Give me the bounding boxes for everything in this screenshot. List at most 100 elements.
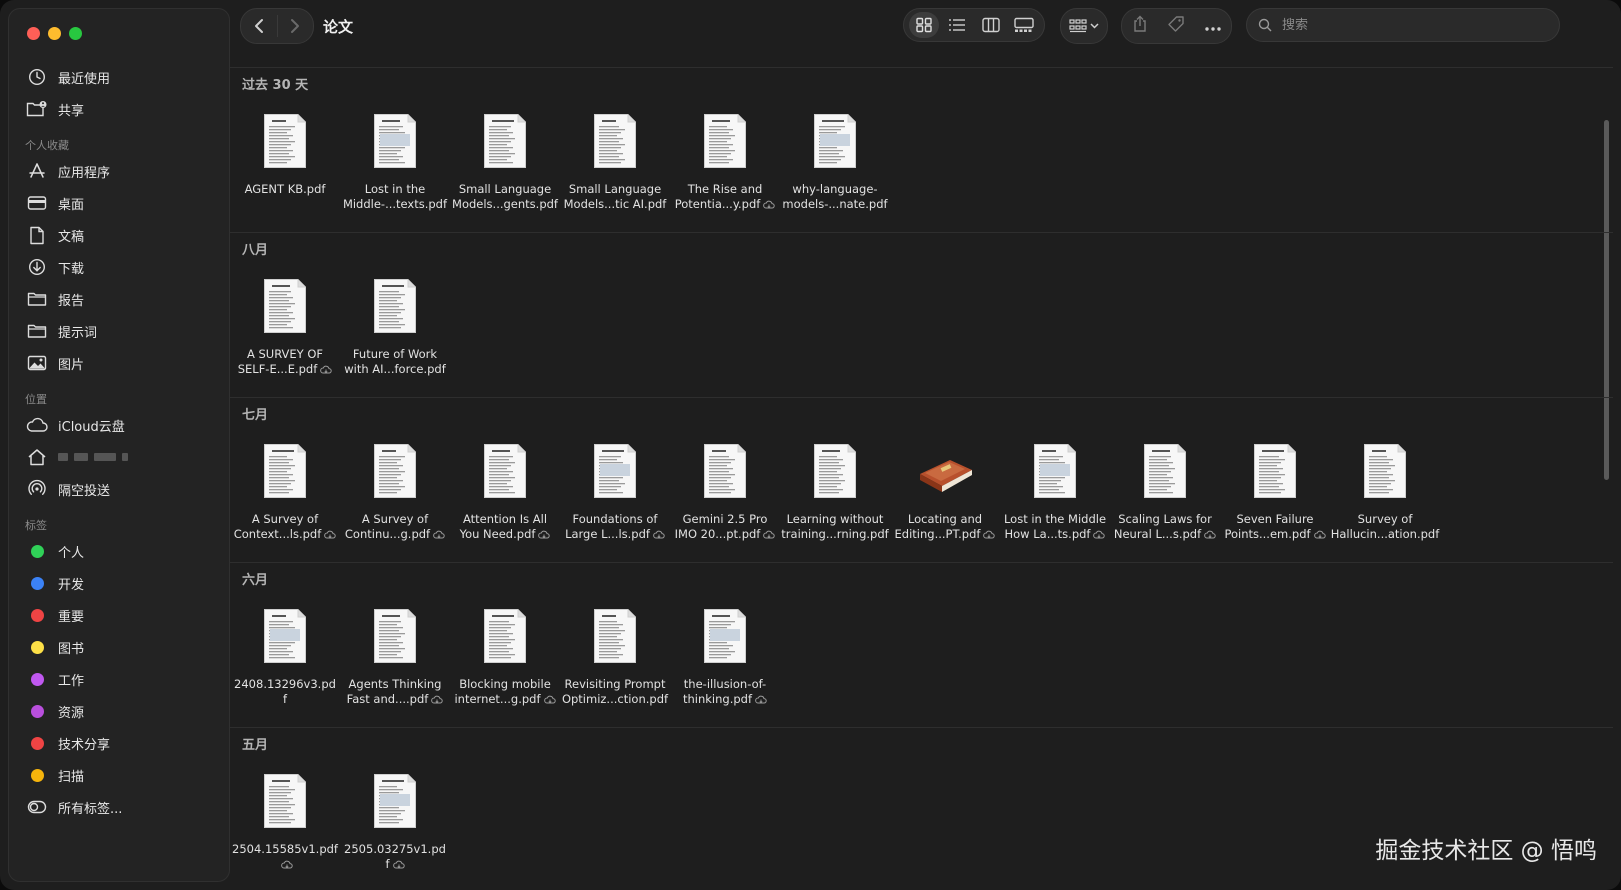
sidebar-item-folder[interactable]: 提示词: [9, 315, 229, 347]
forward-button[interactable]: [278, 9, 314, 43]
icloud-download-icon[interactable]: [760, 527, 776, 541]
file-item[interactable]: Revisiting Prompt Optimiz...ction.pdf: [560, 593, 670, 727]
icloud-download-icon[interactable]: [278, 857, 293, 871]
icloud-download-icon[interactable]: [1090, 527, 1106, 541]
gallery-view-button[interactable]: [1009, 12, 1039, 38]
file-item[interactable]: Lost in the Middle How La...ts.pdf: [1000, 428, 1110, 562]
file-item[interactable]: Small Language Models...gents.pdf: [450, 98, 560, 232]
icloud-download-icon[interactable]: [321, 527, 336, 541]
file-item[interactable]: Seven Failure Points...em.pdf: [1220, 428, 1330, 562]
file-item[interactable]: A Survey of Context...ls.pdf: [230, 428, 340, 562]
gallery-icon: [1014, 17, 1034, 32]
file-item[interactable]: Small Language Models...tic AI.pdf: [560, 98, 670, 232]
icon-view-button[interactable]: [908, 12, 939, 38]
icloud-download-icon[interactable]: [428, 692, 444, 706]
sidebar-item-folder[interactable]: 报告: [9, 283, 229, 315]
file-item[interactable]: 2505.03275v1.pd f: [340, 758, 450, 890]
tag-button[interactable]: [1167, 15, 1185, 37]
zoom-window-button[interactable]: [69, 27, 82, 40]
minimize-window-button[interactable]: [48, 27, 61, 40]
sidebar-item-airdrop[interactable]: 隔空投送: [9, 473, 229, 505]
file-name-line2: internet...g.pdf: [454, 692, 541, 706]
sidebar-item-all-tags[interactable]: 所有标签...: [9, 791, 229, 823]
sidebar-item-label: 共享: [58, 103, 85, 119]
file-item[interactable]: The Rise and Potentia...y.pdf: [670, 98, 780, 232]
icloud-download-icon[interactable]: [650, 527, 665, 541]
file-item[interactable]: 2408.13296v3.pd f: [230, 593, 340, 727]
sidebar-item-label: 扫描: [58, 769, 85, 785]
sidebar-tag[interactable]: 个人: [9, 535, 229, 567]
sidebar-item-document[interactable]: 文稿: [9, 219, 229, 251]
applications-icon: [26, 162, 48, 180]
file-name-line1: 2408.13296v3.pd: [234, 677, 336, 691]
sidebar-item-shared-folder[interactable]: 共享: [9, 93, 229, 125]
sidebar-item-home[interactable]: [9, 441, 229, 473]
file-item[interactable]: 2504.15585v1.pdf: [230, 758, 340, 890]
sidebar-tag[interactable]: 扫描: [9, 759, 229, 791]
file-name-line1: the-illusion-of-: [683, 677, 767, 691]
file-item[interactable]: Survey of Hallucin...ation.pdf: [1330, 428, 1440, 562]
file-name: A SURVEY OF SELF-E...E.pdf: [230, 347, 340, 377]
file-item[interactable]: Attention Is All You Need.pdf: [450, 428, 560, 562]
icloud-download-icon[interactable]: [541, 692, 556, 706]
pdf-thumbnail-icon: [264, 609, 306, 663]
sidebar-tag[interactable]: 重要: [9, 599, 229, 631]
pdf-thumbnail-icon: [484, 609, 526, 663]
sidebar-item-cloud[interactable]: iCloud云盘: [9, 409, 229, 441]
file-name: Gemini 2.5 Pro IMO 20...pt.pdf: [670, 512, 780, 542]
column-view-button[interactable]: [976, 12, 1006, 38]
icloud-download-icon[interactable]: [317, 362, 332, 376]
sidebar-tag[interactable]: 资源: [9, 695, 229, 727]
sidebar-item-download[interactable]: 下载: [9, 251, 229, 283]
sidebar-item-label: 技术分享: [58, 737, 111, 753]
search-input[interactable]: [1280, 16, 1544, 34]
icloud-download-icon[interactable]: [980, 527, 996, 541]
sidebar-tag[interactable]: 图书: [9, 631, 229, 663]
file-item[interactable]: Gemini 2.5 Pro IMO 20...pt.pdf: [670, 428, 780, 562]
file-name-line1: Blocking mobile: [459, 677, 551, 691]
file-item[interactable]: Blocking mobile internet...g.pdf: [450, 593, 560, 727]
cloud-download-icon: [431, 695, 444, 703]
icloud-download-icon[interactable]: [1201, 527, 1216, 541]
sidebar-item-label: 图书: [58, 641, 85, 657]
group-by-button[interactable]: [1060, 8, 1108, 44]
search-field[interactable]: [1246, 8, 1560, 42]
sidebar-item-photo[interactable]: 图片: [9, 347, 229, 379]
file-item[interactable]: Lost in the Middle-...texts.pdf: [340, 98, 450, 232]
icloud-download-icon[interactable]: [535, 527, 551, 541]
file-item[interactable]: Foundations of Large L...ls.pdf: [560, 428, 670, 562]
more-button[interactable]: [1204, 17, 1222, 36]
sidebar-tag[interactable]: 开发: [9, 567, 229, 599]
icloud-download-icon[interactable]: [430, 527, 445, 541]
file-name-line1: AGENT KB.pdf: [244, 182, 326, 196]
sidebar-item-clock[interactable]: 最近使用: [9, 61, 229, 93]
file-row: 2408.13296v3.pd f Agents Thinking Fast and.…: [230, 593, 1613, 727]
file-item[interactable]: AGENT KB.pdf: [230, 98, 340, 232]
file-name: Foundations of Large L...ls.pdf: [560, 512, 670, 542]
file-name-line2: Editing...PT.pdf: [894, 527, 981, 541]
file-name-line2: thinking.pdf: [682, 692, 753, 706]
icloud-download-icon[interactable]: [760, 197, 775, 211]
pdf-thumbnail-icon: [704, 444, 746, 498]
file-item[interactable]: Future of Work with AI...force.pdf: [340, 263, 450, 397]
close-window-button[interactable]: [27, 27, 40, 40]
sidebar-item-applications[interactable]: 应用程序: [9, 155, 229, 187]
share-button[interactable]: [1132, 15, 1148, 37]
file-item[interactable]: Scaling Laws for Neural L...s.pdf: [1110, 428, 1220, 562]
file-item[interactable]: Learning without training...rning.pdf: [780, 428, 890, 562]
file-item[interactable]: Locating and Editing...PT.pdf: [890, 428, 1000, 562]
sidebar-item-desktop[interactable]: 桌面: [9, 187, 229, 219]
icloud-download-icon[interactable]: [752, 692, 767, 706]
file-item[interactable]: A SURVEY OF SELF-E...E.pdf: [230, 263, 340, 397]
list-view-button[interactable]: [942, 12, 972, 38]
file-item[interactable]: the-illusion-of-thinking.pdf: [670, 593, 780, 727]
icloud-download-icon[interactable]: [1311, 527, 1326, 541]
desktop-icon: [26, 194, 48, 212]
back-button[interactable]: [241, 9, 277, 43]
file-item[interactable]: why-language-models-...nate.pdf: [780, 98, 890, 232]
file-item[interactable]: Agents Thinking Fast and....pdf: [340, 593, 450, 727]
sidebar-tag[interactable]: 技术分享: [9, 727, 229, 759]
icloud-download-icon[interactable]: [390, 857, 405, 871]
file-item[interactable]: A Survey of Continu...g.pdf: [340, 428, 450, 562]
sidebar-tag[interactable]: 工作: [9, 663, 229, 695]
